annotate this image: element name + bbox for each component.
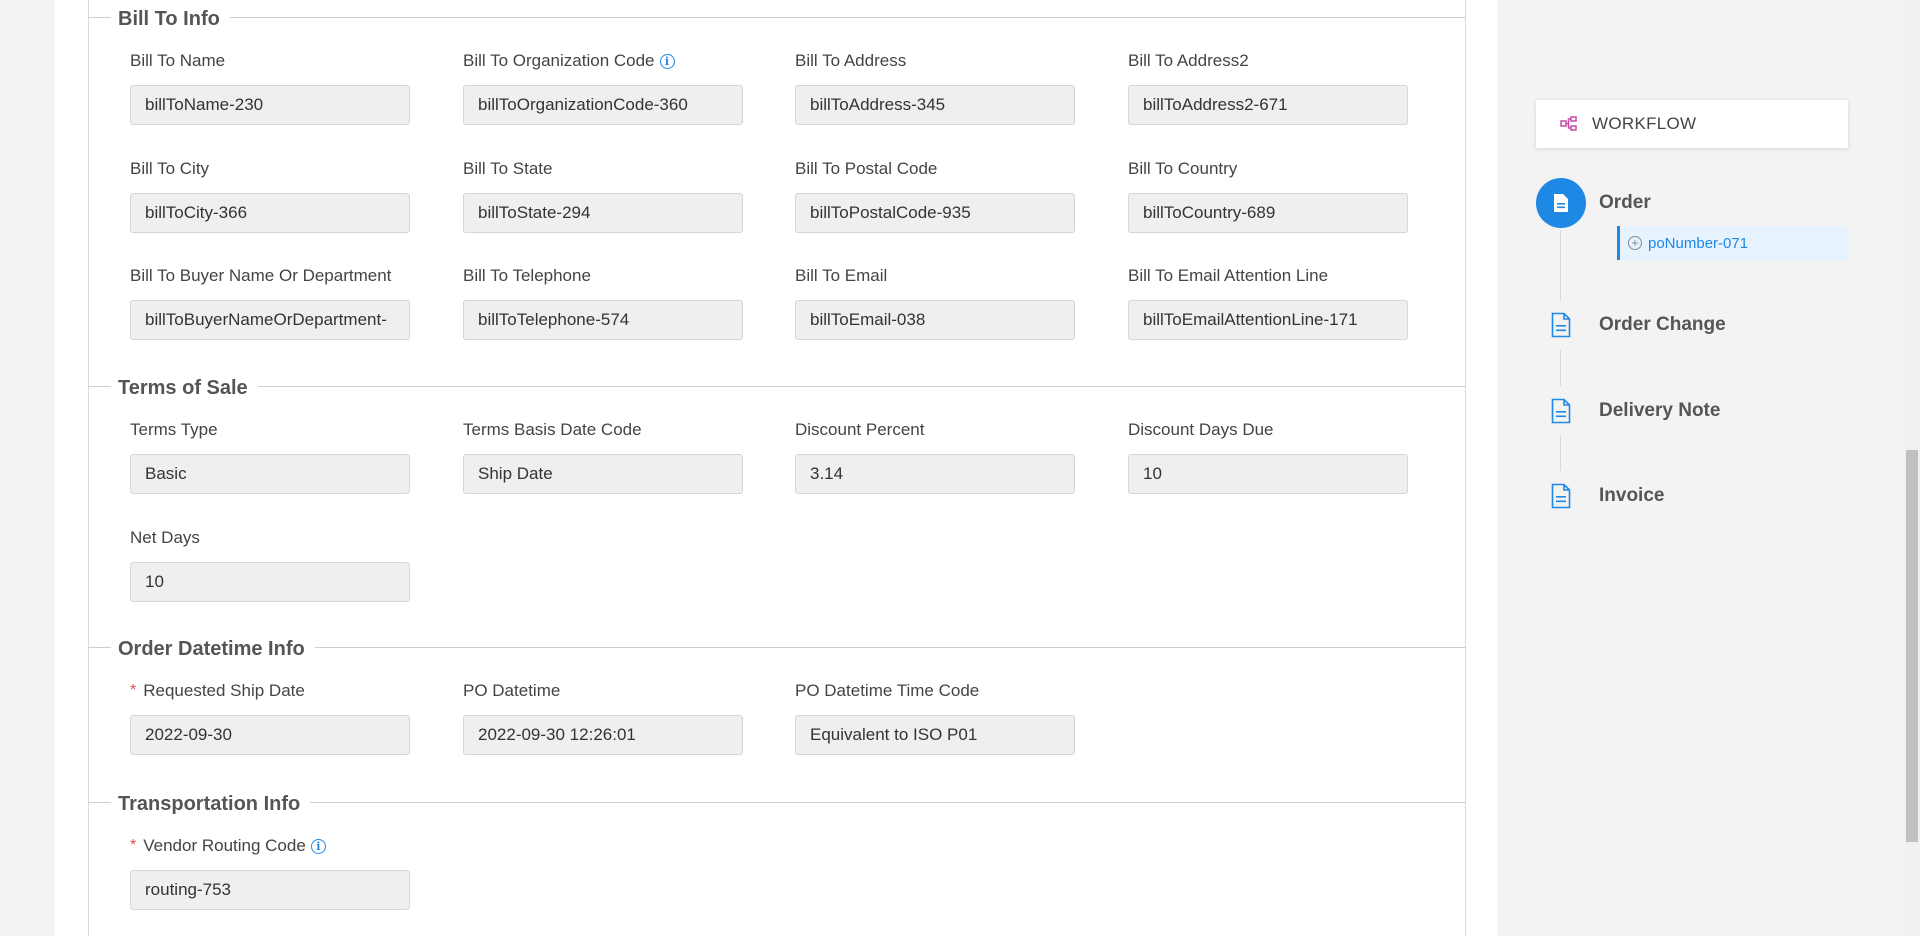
field-label: Discount Percent	[795, 420, 925, 439]
field-bill-to-postal-code: Bill To Postal Code billToPostalCode-935	[795, 159, 1075, 233]
bill-to-state-input[interactable]: billToState-294	[463, 193, 743, 233]
bill-to-buyer-name-input[interactable]: billToBuyerNameOrDepartment-	[130, 300, 410, 340]
workflow-icon	[1560, 116, 1577, 131]
required-mark: *	[130, 682, 137, 699]
field-label: Terms Type	[130, 420, 218, 439]
field-bill-to-buyer-name: Bill To Buyer Name Or Department billToB…	[130, 266, 410, 340]
bill-to-city-input[interactable]: billToCity-366	[130, 193, 410, 233]
po-datetime-time-code-input[interactable]: Equivalent to ISO P01	[795, 715, 1075, 755]
document-outline-icon	[1536, 386, 1586, 436]
section-title: Transportation Info	[111, 792, 311, 816]
bill-to-address-input[interactable]: billToAddress-345	[795, 85, 1075, 125]
field-label: Bill To Address2	[1128, 51, 1249, 70]
bill-to-email-attention-line-input[interactable]: billToEmailAttentionLine-171	[1128, 300, 1408, 340]
field-bill-to-address: Bill To Address billToAddress-345	[795, 51, 1075, 125]
document-icon	[1536, 178, 1586, 228]
field-bill-to-email: Bill To Email billToEmail-038	[795, 266, 1075, 340]
vendor-routing-code-input[interactable]: routing-753	[130, 870, 410, 910]
field-po-datetime: PO Datetime 2022-09-30 12:26:01	[463, 681, 743, 755]
field-bill-to-country: Bill To Country billToCountry-689	[1128, 159, 1408, 233]
plus-circle-icon: +	[1628, 236, 1642, 250]
discount-percent-input[interactable]: 3.14	[795, 454, 1075, 494]
field-label: Bill To Email	[795, 266, 888, 285]
info-icon[interactable]: i	[659, 53, 675, 69]
bill-to-email-input[interactable]: billToEmail-038	[795, 300, 1075, 340]
field-label: PO Datetime	[463, 681, 561, 700]
document-outline-icon	[1536, 471, 1586, 521]
field-bill-to-name: Bill To Name billToName-230	[130, 51, 410, 125]
field-bill-to-organization-code: Bill To Organization Code i billToOrganiz…	[463, 51, 743, 125]
workflow-step-label: Order Change	[1599, 314, 1726, 335]
field-terms-type: Terms Type Basic	[130, 420, 410, 494]
field-net-days: Net Days 10	[130, 528, 410, 602]
field-label: Net Days	[130, 528, 200, 547]
field-discount-percent: Discount Percent 3.14	[795, 420, 1075, 494]
document-outline-icon	[1536, 300, 1586, 350]
field-label: Bill To Country	[1128, 159, 1238, 178]
field-bill-to-city: Bill To City billToCity-366	[130, 159, 410, 233]
info-icon[interactable]: i	[310, 838, 326, 854]
po-datetime-input[interactable]: 2022-09-30 12:26:01	[463, 715, 743, 755]
field-label: Discount Days Due	[1128, 420, 1274, 439]
required-mark: *	[130, 837, 137, 854]
field-label: Bill To Email Attention Line	[1128, 266, 1329, 285]
field-label: PO Datetime Time Code	[795, 681, 980, 700]
field-label: Bill To Telephone	[463, 266, 591, 285]
field-bill-to-address2: Bill To Address2 billToAddress2-671	[1128, 51, 1408, 125]
field-bill-to-telephone: Bill To Telephone billToTelephone-574	[463, 266, 743, 340]
requested-ship-date-input[interactable]: 2022-09-30	[130, 715, 410, 755]
workflow-step-order-change[interactable]: Order Change	[1536, 300, 1726, 350]
bill-to-organization-code-input[interactable]: billToOrganizationCode-360	[463, 85, 743, 125]
workflow-step-label: Order	[1599, 192, 1651, 213]
field-label: Vendor Routing Code	[143, 836, 306, 855]
sub-item-label: poNumber-071	[1648, 234, 1749, 252]
bill-to-name-input[interactable]: billToName-230	[130, 85, 410, 125]
workflow-sub-item-po-number[interactable]: + poNumber-071	[1617, 226, 1848, 260]
field-terms-basis-date-code: Terms Basis Date Code Ship Date	[463, 420, 743, 494]
field-label: Bill To Address	[795, 51, 907, 70]
workflow-header[interactable]: WORKFLOW	[1536, 100, 1848, 148]
field-label: Bill To Name	[130, 51, 226, 70]
net-days-input[interactable]: 10	[130, 562, 410, 602]
section-title: Terms of Sale	[111, 376, 258, 400]
field-label: Bill To Organization Code	[463, 51, 655, 70]
field-po-datetime-time-code: PO Datetime Time Code Equivalent to ISO …	[795, 681, 1075, 755]
terms-basis-date-code-input[interactable]: Ship Date	[463, 454, 743, 494]
field-discount-days-due: Discount Days Due 10	[1128, 420, 1408, 494]
workflow-step-order[interactable]: Order	[1536, 178, 1651, 228]
bill-to-telephone-input[interactable]: billToTelephone-574	[463, 300, 743, 340]
bill-to-address2-input[interactable]: billToAddress2-671	[1128, 85, 1408, 125]
bill-to-country-input[interactable]: billToCountry-689	[1128, 193, 1408, 233]
workflow-step-delivery-note[interactable]: Delivery Note	[1536, 386, 1720, 436]
field-vendor-routing-code: * Vendor Routing Code i routing-753	[130, 836, 410, 910]
bill-to-postal-code-input[interactable]: billToPostalCode-935	[795, 193, 1075, 233]
workflow-title: WORKFLOW	[1592, 114, 1697, 133]
workflow-step-invoice[interactable]: Invoice	[1536, 471, 1664, 521]
field-label: Terms Basis Date Code	[463, 420, 642, 439]
workflow-step-label: Delivery Note	[1599, 400, 1721, 421]
field-bill-to-state: Bill To State billToState-294	[463, 159, 743, 233]
field-label: Requested Ship Date	[143, 681, 305, 700]
scrollbar-thumb[interactable]	[1906, 450, 1918, 842]
field-requested-ship-date: * Requested Ship Date 2022-09-30	[130, 681, 410, 755]
workflow-step-label: Invoice	[1599, 485, 1665, 506]
field-label: Bill To City	[130, 159, 210, 178]
terms-type-input[interactable]: Basic	[130, 454, 410, 494]
section-title: Order Datetime Info	[111, 637, 315, 661]
field-label: Bill To Postal Code	[795, 159, 938, 178]
field-label: Bill To Buyer Name Or Department	[130, 266, 392, 285]
section-title: Bill To Info	[111, 7, 230, 31]
workflow-connector	[1560, 230, 1561, 500]
field-label: Bill To State	[463, 159, 553, 178]
field-bill-to-email-attention-line: Bill To Email Attention Line billToEmail…	[1128, 266, 1408, 340]
discount-days-due-input[interactable]: 10	[1128, 454, 1408, 494]
